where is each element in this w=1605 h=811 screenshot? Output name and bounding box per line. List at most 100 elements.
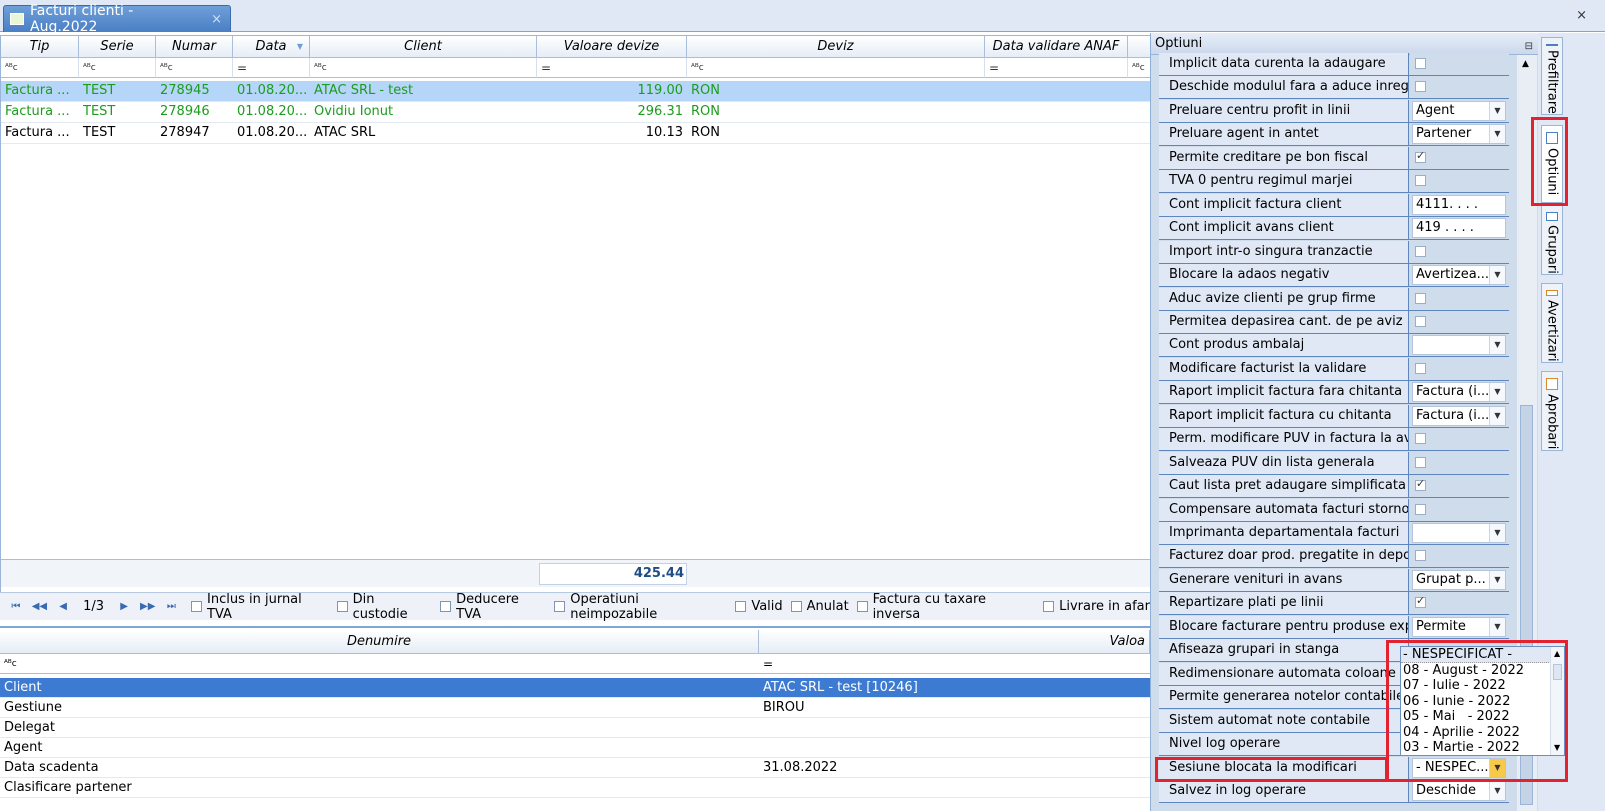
option-row[interactable]: Sesiune blocata la modificari - NESPEC...…	[1159, 756, 1509, 780]
option-row[interactable]: TVA 0 pentru regimul marjei	[1159, 170, 1509, 194]
column-header-tip[interactable]: Tip	[1, 36, 79, 58]
option-checkbox[interactable]	[1415, 477, 1426, 492]
option-combo[interactable]: Factura (i... ▼	[1412, 382, 1506, 403]
sidetab-aprobari[interactable]: Aprobari	[1541, 371, 1563, 451]
checkbox[interactable]	[1043, 601, 1055, 612]
option-row[interactable]: Cont produs ambalaj ▼	[1159, 334, 1509, 358]
chevron-down-icon[interactable]: ▼	[1489, 125, 1505, 144]
dropdown-option[interactable]: 06 - Iunie - 2022	[1401, 694, 1551, 710]
option-row[interactable]: Cont implicit avans client 419 . . . .	[1159, 217, 1509, 241]
prev-page-group-icon[interactable]: ◀◀	[28, 601, 52, 612]
option-row[interactable]: Repartizare plati pe linii	[1159, 592, 1509, 616]
last-page-icon[interactable]: ⏭	[160, 601, 184, 612]
checkbox[interactable]	[554, 601, 566, 612]
option-checkbox[interactable]	[1415, 149, 1426, 163]
checkbox[interactable]	[735, 601, 747, 612]
filter-denumire[interactable]: ᴬᴮc	[0, 654, 759, 674]
option-checkbox[interactable]	[1415, 81, 1426, 93]
sidetab-optiuni[interactable]: Optiuni	[1541, 125, 1563, 203]
option-row[interactable]: Preluare agent in antet Partener ▼	[1159, 123, 1509, 147]
option-checkbox[interactable]	[1415, 245, 1426, 257]
option-row[interactable]: Facturez doar prod. pregatite in depo	[1159, 545, 1509, 569]
check-taxare-inversa[interactable]: Factura cu taxare inversa	[856, 592, 1035, 622]
table-row[interactable]: Factura ... TEST 278946 01.08.20... Ovid…	[1, 102, 1174, 123]
column-header-anaf[interactable]: Data validare ANAF	[985, 36, 1128, 58]
option-row[interactable]: Preluare centru profit in linii Agent ▼	[1159, 99, 1509, 123]
option-row[interactable]: Raport implicit factura cu chitanta Factu…	[1159, 404, 1509, 428]
option-checkbox[interactable]	[1415, 550, 1426, 562]
next-page-icon[interactable]: ▶	[112, 601, 136, 612]
scroll-thumb[interactable]	[1553, 664, 1562, 680]
option-checkbox[interactable]	[1415, 456, 1426, 468]
chevron-down-icon[interactable]: ▼	[1489, 336, 1505, 355]
option-row[interactable]: Permitea depasirea cant. de pe aviz	[1159, 310, 1509, 334]
option-combo[interactable]: Factura (i... ▼	[1412, 405, 1506, 426]
dropdown-option[interactable]: 08 - August - 2022	[1401, 663, 1551, 679]
option-combo[interactable]: Deschide ▼	[1412, 780, 1506, 801]
chevron-down-icon[interactable]: ▼	[1489, 781, 1505, 800]
column-header-valoare[interactable]: Valoare devize	[537, 36, 687, 58]
filter-client[interactable]: ᴬᴮc	[310, 58, 537, 78]
list-item[interactable]: Gestiune BIROU	[0, 698, 1150, 718]
chevron-down-icon[interactable]: ▼	[1489, 406, 1505, 425]
option-row[interactable]: Aduc avize clienti pe grup firme	[1159, 287, 1509, 311]
dropdown-scrollbar[interactable]: ▲ ▼	[1550, 647, 1564, 755]
option-text-field[interactable]: 419 . . . .	[1412, 218, 1506, 239]
chevron-down-icon[interactable]: ▼	[1489, 758, 1505, 777]
window-close-icon[interactable]: ×	[1576, 8, 1587, 23]
option-text-field[interactable]: 4111. . . .	[1412, 194, 1506, 215]
dropdown-option[interactable]: 05 - Mai - 2022	[1401, 709, 1551, 725]
sidetab-avertizari[interactable]: Avertizari	[1541, 283, 1563, 363]
list-item[interactable]: Client ATAC SRL - test [10246]	[0, 678, 1150, 698]
check-valid[interactable]: Valid	[735, 599, 783, 614]
chevron-down-icon[interactable]: ▼	[1489, 617, 1505, 636]
option-combo[interactable]: Partener ▼	[1412, 124, 1506, 145]
filter-valoare[interactable]: =	[759, 654, 1150, 674]
checkbox[interactable]	[440, 601, 452, 612]
prev-page-icon[interactable]: ◀	[51, 601, 75, 612]
dropdown-option[interactable]: - NESPECIFICAT -	[1401, 647, 1551, 663]
option-checkbox[interactable]	[1415, 433, 1426, 445]
option-checkbox[interactable]	[1415, 503, 1426, 515]
option-row[interactable]: Import intr-o singura tranzactie	[1159, 240, 1509, 264]
chevron-down-icon[interactable]: ▼	[1489, 383, 1505, 402]
dropdown-option[interactable]: 04 - Aprilie - 2022	[1401, 725, 1551, 741]
option-row[interactable]: Imprimanta departamentala facturi ▼	[1159, 522, 1509, 545]
checkbox[interactable]	[336, 601, 348, 612]
option-checkbox[interactable]	[1415, 175, 1426, 187]
column-header-deviz[interactable]: Deviz	[687, 36, 985, 58]
option-combo[interactable]: ▼	[1412, 335, 1506, 356]
scroll-down-icon[interactable]: ▼	[1554, 743, 1560, 752]
check-operatiuni-neimpozabile[interactable]: Operatiuni neimpozabile	[554, 592, 727, 622]
column-header-numar[interactable]: Numar	[156, 36, 233, 58]
filter-numar[interactable]: ᴬᴮc	[156, 58, 233, 78]
filter-serie[interactable]: ᴬᴮc	[79, 58, 156, 78]
option-combo[interactable]: ▼	[1412, 523, 1506, 543]
dropdown-option[interactable]: 03 - Martie - 2022	[1401, 740, 1551, 755]
option-row[interactable]: Salveaza PUV din lista generala	[1159, 451, 1509, 475]
column-header-data[interactable]: Data ▼	[233, 36, 310, 58]
sidetab-prefiltrare[interactable]: Prefiltrare	[1541, 37, 1563, 115]
check-inclus-jurnal-tva[interactable]: Inclus in jurnal TVA	[191, 592, 329, 622]
option-row[interactable]: Blocare la adaos negativ Avertizea... ▼	[1159, 264, 1509, 288]
option-row[interactable]: Permite creditare pe bon fiscal	[1159, 146, 1509, 170]
option-row[interactable]: Compensare automata facturi storno	[1159, 498, 1509, 522]
option-row[interactable]: Salvez in log operare Deschide ▼	[1159, 779, 1509, 803]
list-item[interactable]: Delegat	[0, 718, 1150, 738]
option-row[interactable]: Cont implicit factura client 4111. . . .	[1159, 193, 1509, 217]
checkbox[interactable]	[790, 601, 802, 612]
column-header-denumire[interactable]: Denumire	[0, 630, 759, 654]
chevron-down-icon[interactable]: ▼	[1489, 524, 1505, 542]
filter-deviz[interactable]: ᴬᴮc	[687, 58, 985, 78]
filter-data[interactable]: =	[233, 58, 310, 78]
option-row[interactable]: Modificare facturist la validare	[1159, 357, 1509, 381]
option-checkbox[interactable]	[1415, 594, 1426, 609]
chevron-down-icon[interactable]: ▼	[1489, 266, 1505, 285]
option-checkbox[interactable]	[1415, 362, 1426, 374]
option-checkbox[interactable]	[1415, 292, 1426, 304]
tab-facturi-clienti[interactable]: Facturi clienti - Aug.2022 ×	[3, 3, 231, 35]
option-combo[interactable]: Permite ▼	[1412, 616, 1506, 637]
option-checkbox[interactable]	[1415, 58, 1426, 69]
option-row[interactable]: Blocare facturare pentru produse exp Perm…	[1159, 615, 1509, 639]
filter-anaf[interactable]: =	[985, 58, 1128, 78]
